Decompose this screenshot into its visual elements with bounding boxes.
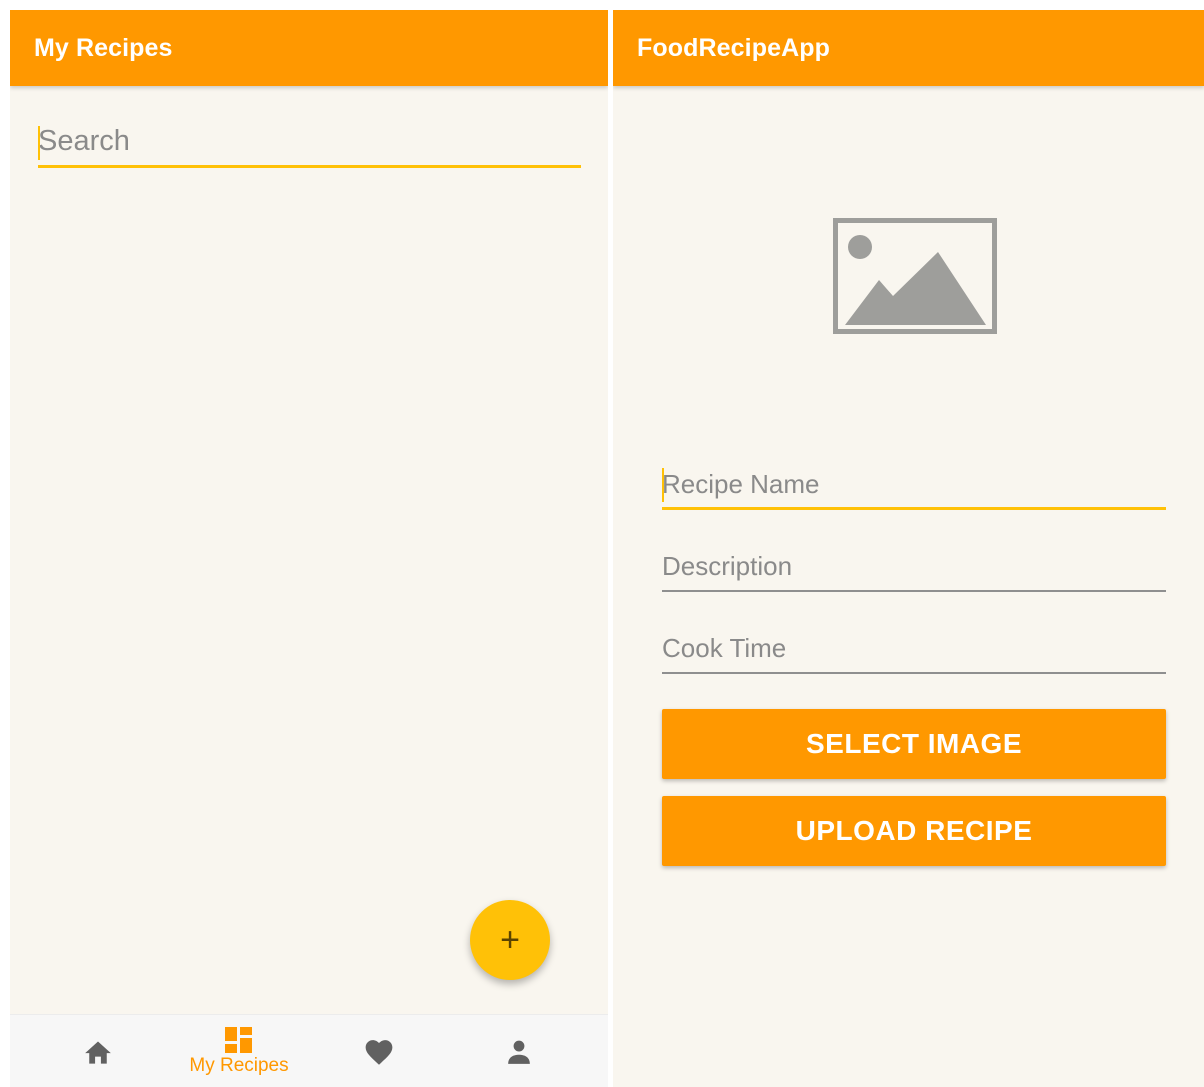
recipe-name-placeholder: Recipe Name (662, 469, 820, 499)
upload-recipe-button[interactable]: UPLOAD RECIPE (662, 796, 1166, 866)
dashboard-icon (225, 1026, 252, 1053)
person-icon (508, 1040, 530, 1064)
upload-recipe-screen: FoodRecipeApp Recipe Name Description Co… (613, 10, 1204, 1087)
nav-item-home[interactable] (38, 1015, 158, 1087)
nav-item-label: My Recipes (189, 1054, 289, 1076)
nav-item-profile[interactable] (459, 1015, 579, 1087)
plus-icon: + (500, 921, 520, 959)
search-input[interactable]: Search (38, 118, 581, 168)
recipe-name-field[interactable]: Recipe Name (662, 460, 1166, 510)
text-cursor (662, 468, 664, 502)
cook-time-placeholder: Cook Time (662, 633, 787, 663)
search-underline (38, 165, 581, 168)
cook-time-underline (662, 672, 1166, 674)
top-app-bar: My Recipes (10, 10, 608, 86)
description-field[interactable]: Description (662, 542, 1166, 592)
page-title: My Recipes (34, 33, 173, 62)
text-cursor (38, 126, 40, 160)
bottom-navigation: My Recipes (10, 1014, 608, 1087)
select-image-button[interactable]: SELECT IMAGE (662, 709, 1166, 779)
description-underline (662, 590, 1166, 592)
search-placeholder: Search (38, 125, 130, 157)
image-icon (833, 218, 997, 334)
heart-icon (365, 1039, 393, 1065)
my-recipes-screen: My Recipes Search + My Recipes (10, 10, 608, 1087)
nav-item-favorites[interactable] (319, 1015, 439, 1087)
nav-item-my-recipes[interactable]: My Recipes (179, 1015, 299, 1087)
screenshot-stage: My Recipes Search + My Recipes FoodRecip… (0, 0, 1204, 1087)
cook-time-field[interactable]: Cook Time (662, 624, 1166, 674)
home-icon (85, 1041, 111, 1064)
top-app-bar: FoodRecipeApp (613, 10, 1204, 86)
recipe-name-underline (662, 507, 1166, 510)
description-placeholder: Description (662, 551, 793, 581)
add-recipe-button[interactable]: + (470, 900, 550, 980)
app-title: FoodRecipeApp (637, 33, 830, 62)
